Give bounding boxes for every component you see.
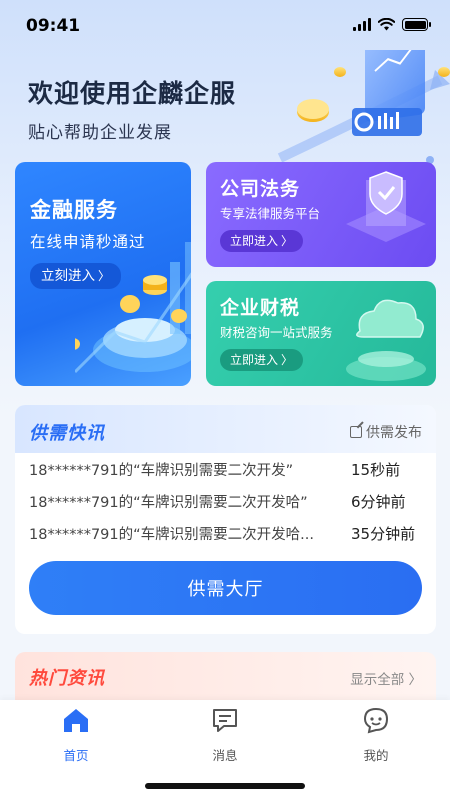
finance-card-desc: 在线申请秒通过 <box>30 233 146 251</box>
legal-enter-button[interactable]: 立即进入 〉 <box>220 230 304 252</box>
battery-icon <box>402 18 431 31</box>
home-indicator <box>145 783 305 789</box>
edit-icon <box>350 426 362 438</box>
supply-demand-hall-button[interactable]: 供需大厅 <box>29 561 422 615</box>
finance-service-card[interactable]: 金融服务 在线申请秒通过 立刻进入 〉 <box>15 162 191 386</box>
chevron-right-icon: 〉 <box>281 234 294 248</box>
list-item[interactable]: 18******791的“车牌识别需要二次开发” 15秒前 <box>29 459 422 481</box>
legal-service-card[interactable]: 公司法务 专享法律服务平台 立即进入 〉 <box>206 162 436 267</box>
tab-profile-label: 我的 <box>363 748 389 763</box>
legal-enter-label: 立即进入 <box>230 234 279 248</box>
shield-illustration <box>346 171 426 242</box>
status-bar: 09:41 <box>0 0 450 50</box>
supply-demand-publish-link[interactable]: 供需发布 <box>350 422 422 442</box>
tax-service-card[interactable]: 企业财税 财税咨询一站式服务 立即进入 〉 <box>206 281 436 386</box>
tab-home[interactable]: 首页 <box>36 706 116 764</box>
status-time: 09:41 <box>26 16 81 36</box>
finance-enter-button[interactable]: 立刻进入 〉 <box>30 263 122 289</box>
hero-title: 欢迎使用企麟企服 <box>28 79 237 108</box>
message-icon <box>213 709 237 732</box>
list-item-text: 18******791的“车牌识别需要二次开发哈” <box>29 495 308 511</box>
hot-news-title: 热门资讯 <box>29 668 105 689</box>
supply-demand-title: 供需快讯 <box>29 423 105 444</box>
tab-home-label: 首页 <box>63 748 89 763</box>
legal-card-desc: 专享法律服务平台 <box>220 206 321 221</box>
tax-enter-label: 立即进入 <box>230 353 279 367</box>
hero-subtitle: 贴心帮助企业发展 <box>28 123 172 143</box>
list-item[interactable]: 18******791的“车牌识别需要二次开发哈” 6分钟前 <box>29 491 422 513</box>
list-item[interactable]: 18******791的“车牌识别需要二次开发哈... 35分钟前 <box>29 523 422 545</box>
tab-messages-label: 消息 <box>212 748 238 763</box>
list-item-text: 18******791的“车牌识别需要二次开发哈... <box>29 527 314 543</box>
home-icon <box>64 709 88 732</box>
list-item-time: 35分钟前 <box>351 525 416 543</box>
list-item-time: 6分钟前 <box>351 493 406 511</box>
profile-icon <box>363 707 389 734</box>
tax-card-title: 企业财税 <box>220 297 301 319</box>
status-icons <box>353 18 431 31</box>
finance-illustration <box>75 242 191 374</box>
cloud-illustration <box>346 299 426 381</box>
publish-label: 供需发布 <box>366 425 422 441</box>
tax-card-desc: 财税咨询一站式服务 <box>220 325 333 340</box>
tab-profile[interactable]: 我的 <box>336 706 416 764</box>
wifi-icon <box>378 18 395 31</box>
supply-demand-panel: 供需快讯 供需发布 18******791的“车牌识别需要二次开发” 15秒前 … <box>15 405 436 634</box>
hot-news-show-all-link[interactable]: 显示全部 〉 <box>350 668 422 688</box>
chevron-right-icon: 〉 <box>281 353 294 367</box>
cellular-signal-icon <box>353 18 371 31</box>
finance-enter-label: 立刻进入 <box>41 268 95 284</box>
list-item-time: 15秒前 <box>351 461 401 479</box>
chevron-right-icon: 〉 <box>98 269 111 283</box>
legal-card-title: 公司法务 <box>220 178 301 200</box>
tab-messages[interactable]: 消息 <box>185 706 265 764</box>
hero-illustration <box>277 50 450 164</box>
tax-enter-button[interactable]: 立即进入 〉 <box>220 349 304 371</box>
finance-card-title: 金融服务 <box>30 198 118 222</box>
list-item-text: 18******791的“车牌识别需要二次开发” <box>29 463 294 479</box>
